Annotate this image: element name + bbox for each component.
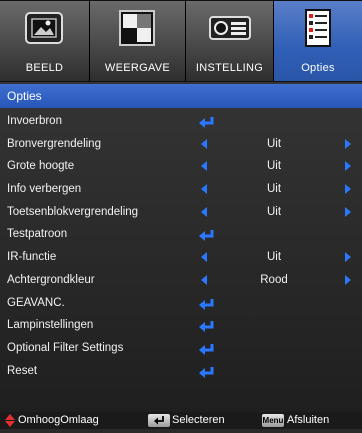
arrow-right-icon[interactable] [345,161,351,172]
menu-item-label: Info verbergen [7,183,82,196]
enter-icon[interactable] [198,297,216,310]
menu-item-invoerbron[interactable]: Invoerbron [0,110,362,133]
tab-instelling[interactable]: INSTELLING [186,1,274,81]
section-title: Opties [7,89,42,103]
menu-item-value: Uit [266,183,282,196]
menu-item-label: Achtergrondkleur [7,273,95,286]
enter-key-icon [148,414,170,427]
menu-item-label: Lampinstellingen [7,319,94,332]
menu-list: Invoerbron Bronvergrendeling Uit Grote hoog… [0,110,362,382]
enter-icon[interactable] [198,365,216,378]
arrow-right-icon[interactable] [345,274,351,285]
arrow-right-icon[interactable] [345,206,351,217]
enter-icon[interactable] [198,228,216,242]
menu-item-achtergrondkleur[interactable]: Achtergrondkleur Rood [0,269,362,292]
arrow-right-icon[interactable] [345,184,351,195]
arrow-left-icon[interactable] [201,274,207,285]
tab-label: BEELD [25,62,64,74]
enter-icon[interactable] [198,319,216,333]
menu-item-label: Bronvergrendeling [7,137,101,150]
projector-osd-menu: BEELD WEERGAVE INSTELLING Opties Opties … [0,0,362,429]
menu-item-lampinstellingen[interactable]: Lampinstellingen [0,314,362,337]
menu-item-testpatroon[interactable]: Testpatroon [0,223,362,246]
menu-item-label: Testpatroon [7,228,68,241]
menu-item-reset[interactable]: Reset [0,360,362,383]
arrow-right-icon[interactable] [345,138,351,149]
menu-item-toetsenblokvergrendeling[interactable]: Toetsenblokvergrendeling Uit [0,201,362,224]
arrow-right-icon[interactable] [345,252,351,263]
menu-item-label: GEAVANC. [7,296,65,309]
tab-label: Opties [301,62,335,74]
enter-icon[interactable] [198,115,216,128]
menu-item-bronvergrendeling[interactable]: Bronvergrendeling Uit [0,133,362,156]
projector-icon [208,7,251,49]
select-hint: Selecteren [172,414,225,426]
tab-weergave[interactable]: WEERGAVE [90,1,186,81]
menu-item-value: Uit [266,205,282,218]
menu-item-info-verbergen[interactable]: Info verbergen Uit [0,178,362,201]
footer-hint-bar: OmhoogOmlaag Selecteren Menu Afsluiten [0,412,362,429]
picture-icon [24,7,66,49]
menu-item-value: Uit [266,160,282,173]
up-down-arrows-icon [4,414,16,433]
arrow-left-icon[interactable] [201,161,207,172]
arrow-left-icon[interactable] [201,138,207,149]
tab-beeld[interactable]: BEELD [0,1,90,81]
menu-item-value: Uit [266,251,282,264]
menu-item-label: IR-functie [7,251,57,264]
menu-item-value: Rood [260,273,288,286]
tab-opties[interactable]: Opties [274,1,362,81]
exit-hint: Afsluiten [287,414,330,426]
arrow-left-icon[interactable] [201,252,207,263]
arrow-left-icon[interactable] [201,206,207,217]
menu-item-grote-hoogte[interactable]: Grote hoogte Uit [0,155,362,178]
section-header: Opties [0,84,362,108]
tab-bar: BEELD WEERGAVE INSTELLING Opties [0,0,362,82]
menu-item-label: Grote hoogte [7,160,75,173]
menu-item-label: Invoerbron [7,115,62,127]
menu-item-label: Reset [7,364,38,377]
arrow-left-icon[interactable] [201,184,207,195]
menu-key: Menu [262,414,284,427]
menu-item-label: Toetsenblokvergrendeling [7,205,139,218]
menu-item-optional-filter-settings[interactable]: Optional Filter Settings [0,337,362,360]
options-list-icon [297,7,339,49]
menu-item-geavanc[interactable]: GEAVANC. [0,292,362,315]
menu-item-label: Optional Filter Settings [7,341,124,354]
tab-label: WEERGAVE [104,62,171,74]
menu-item-value: Uit [266,137,282,150]
menu-item-ir-functie[interactable]: IR-functie Uit [0,246,362,269]
navigate-hint: OmhoogOmlaag [18,414,99,426]
tab-label: INSTELLING [195,62,264,74]
display-icon [117,7,159,49]
enter-icon[interactable] [198,342,216,355]
